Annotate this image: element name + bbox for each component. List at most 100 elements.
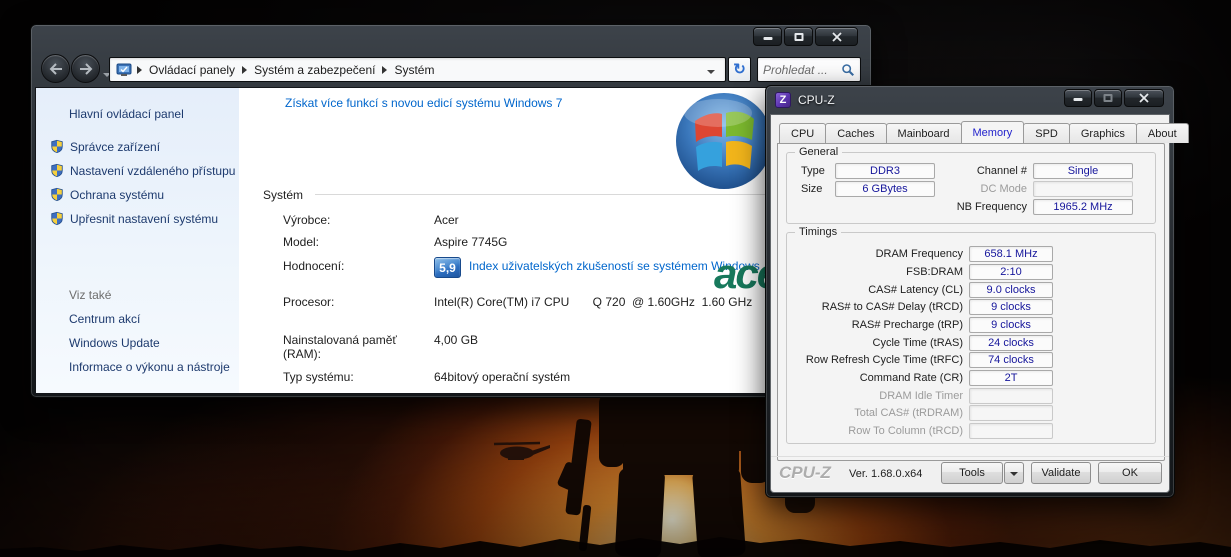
address-bar[interactable]: Ovládací panely Systém a zabezpečení Sys…: [109, 57, 726, 82]
timing-field: [969, 405, 1053, 421]
windows-logo: [674, 91, 774, 191]
forward-button[interactable]: [71, 54, 100, 83]
channel-field: Single: [1033, 163, 1133, 179]
sidebar-item-performance-info[interactable]: Informace o výkonu a nástroje: [69, 360, 230, 374]
close-button[interactable]: [1124, 89, 1164, 107]
field-label: Model:: [283, 235, 418, 249]
maximize-icon: [1104, 94, 1113, 102]
uac-shield-icon: [50, 187, 64, 202]
uac-shield-icon: [50, 163, 64, 178]
sidebar-item-advanced-settings[interactable]: Upřesnit nastavení systému: [50, 211, 218, 226]
tab-mainboard[interactable]: Mainboard: [886, 123, 962, 143]
field-label: Typ systému:: [283, 370, 418, 384]
type-field: DDR3: [835, 163, 935, 179]
validate-button[interactable]: Validate: [1031, 462, 1091, 484]
tab-caches[interactable]: Caches: [825, 123, 886, 143]
breadcrumb-system-security[interactable]: Systém a zabezpečení: [249, 60, 380, 80]
timing-row-trp: RAS# Precharge (tRP) 9 clocks: [787, 317, 1155, 334]
timing-field: 24 clocks: [969, 335, 1053, 351]
timing-field: [969, 423, 1053, 439]
close-button[interactable]: [815, 27, 858, 46]
tab-bar: CPU Caches Mainboard Memory SPD Graphics…: [779, 122, 1188, 143]
maximize-button: [1094, 89, 1122, 107]
chevron-down-icon: [1010, 472, 1018, 476]
field-value: 64bitový operační systém: [434, 370, 784, 384]
window-title: CPU-Z: [798, 93, 835, 107]
sidebar-item-remote-settings[interactable]: Nastavení vzdáleného přístupu: [50, 163, 235, 178]
maximize-button[interactable]: [784, 27, 813, 46]
close-icon: [1139, 93, 1149, 103]
sidebar-item-system-protection[interactable]: Ochrana systému: [50, 187, 164, 202]
tab-spd[interactable]: SPD: [1023, 123, 1070, 143]
tab-cpu[interactable]: CPU: [779, 123, 826, 143]
timing-row-trcd: RAS# to CAS# Delay (tRCD) 9 clocks: [787, 299, 1155, 316]
tools-dropdown-button[interactable]: [1004, 462, 1024, 484]
sidebar-item-label: Správce zařízení: [70, 140, 160, 154]
sidebar-item-label: Nastavení vzdáleného přístupu: [70, 164, 235, 178]
search-box[interactable]: [757, 57, 861, 82]
forward-arrow-icon: [79, 63, 93, 75]
channel-label: Channel #: [937, 165, 1027, 177]
uac-shield-icon: [50, 211, 64, 226]
cpuz-client: CPU Caches Mainboard Memory SPD Graphics…: [770, 114, 1170, 493]
crowd-silhouette: [0, 529, 1231, 557]
upgrade-link[interactable]: Získat více funkcí s novou edicí systému…: [285, 96, 562, 110]
timing-field: 9.0 clocks: [969, 282, 1053, 298]
nb-frequency-field: 1965.2 MHz: [1033, 199, 1133, 215]
address-dropdown-button[interactable]: [701, 57, 721, 83]
ok-button[interactable]: OK: [1098, 462, 1162, 484]
breadcrumb-system[interactable]: Systém: [389, 60, 439, 80]
timing-field: 9 clocks: [969, 317, 1053, 333]
see-also-header: Viz také: [69, 288, 111, 302]
uac-shield-icon: [50, 139, 64, 154]
cpuz-window-controls: [1064, 89, 1164, 107]
breadcrumb-arrow-icon: [382, 66, 387, 74]
section-header: Systém: [263, 186, 848, 202]
timing-field: [969, 388, 1053, 404]
field-label: Hodnocení:: [283, 259, 418, 273]
navigation-bar: Ovládací panely Systém a zabezpečení Sys…: [31, 52, 871, 87]
size-field: 6 GBytes: [835, 181, 935, 197]
timing-row-tras: Cycle Time (tRAS) 24 clocks: [787, 335, 1155, 352]
field-value: Acer: [434, 213, 784, 227]
type-label: Type: [801, 165, 825, 177]
field-label: Výrobce:: [283, 213, 418, 227]
timing-row-cas-latency: CAS# Latency (CL) 9.0 clocks: [787, 282, 1155, 299]
tab-about[interactable]: About: [1136, 123, 1189, 143]
search-icon: [841, 63, 855, 77]
breadcrumb-arrow-icon: [242, 66, 247, 74]
sidebar-item-device-manager[interactable]: Správce zařízení: [50, 139, 160, 154]
minimize-button[interactable]: [1064, 89, 1092, 107]
timing-field: 2T: [969, 370, 1053, 386]
back-button[interactable]: [41, 54, 70, 83]
sidebar-item-action-center[interactable]: Centrum akcí: [69, 312, 140, 326]
tab-memory[interactable]: Memory: [961, 121, 1025, 143]
timing-label: DRAM Idle Timer: [787, 388, 963, 404]
wei-score-badge: 5,9: [434, 257, 461, 278]
sidebar-item-home[interactable]: Hlavní ovládací panel: [69, 107, 184, 121]
group-label: General: [795, 146, 842, 158]
cpuz-app-icon: Z: [775, 92, 791, 108]
timing-row-dram-frequency: DRAM Frequency 658.1 MHz: [787, 246, 1155, 263]
timing-row-trfc: Row Refresh Cycle Time (tRFC) 74 clocks: [787, 352, 1155, 369]
minimize-icon: [1074, 98, 1083, 101]
tab-graphics[interactable]: Graphics: [1069, 123, 1137, 143]
field-value: Aspire 7745G: [434, 235, 784, 249]
back-arrow-icon: [49, 63, 63, 75]
refresh-button[interactable]: ↻: [728, 57, 751, 82]
nb-frequency-label: NB Frequency: [917, 201, 1027, 213]
timing-label: RAS# Precharge (tRP): [787, 317, 963, 333]
minimize-icon: [763, 37, 772, 40]
timing-label: RAS# to CAS# Delay (tRCD): [787, 299, 963, 315]
minimize-button[interactable]: [753, 27, 782, 46]
sidebar: Hlavní ovládací panel Správce zařízení N…: [36, 88, 239, 393]
timing-label: Command Rate (CR): [787, 370, 963, 386]
field-label: Procesor:: [283, 295, 418, 309]
sidebar-item-windows-update[interactable]: Windows Update: [69, 336, 160, 350]
breadcrumb-control-panel[interactable]: Ovládací panely: [144, 60, 240, 80]
search-input[interactable]: [763, 63, 841, 77]
close-icon: [832, 32, 842, 42]
timings-group: Timings DRAM Frequency 658.1 MHz FSB:DRA…: [786, 232, 1156, 444]
size-label: Size: [801, 183, 822, 195]
tools-button[interactable]: Tools: [941, 462, 1003, 484]
